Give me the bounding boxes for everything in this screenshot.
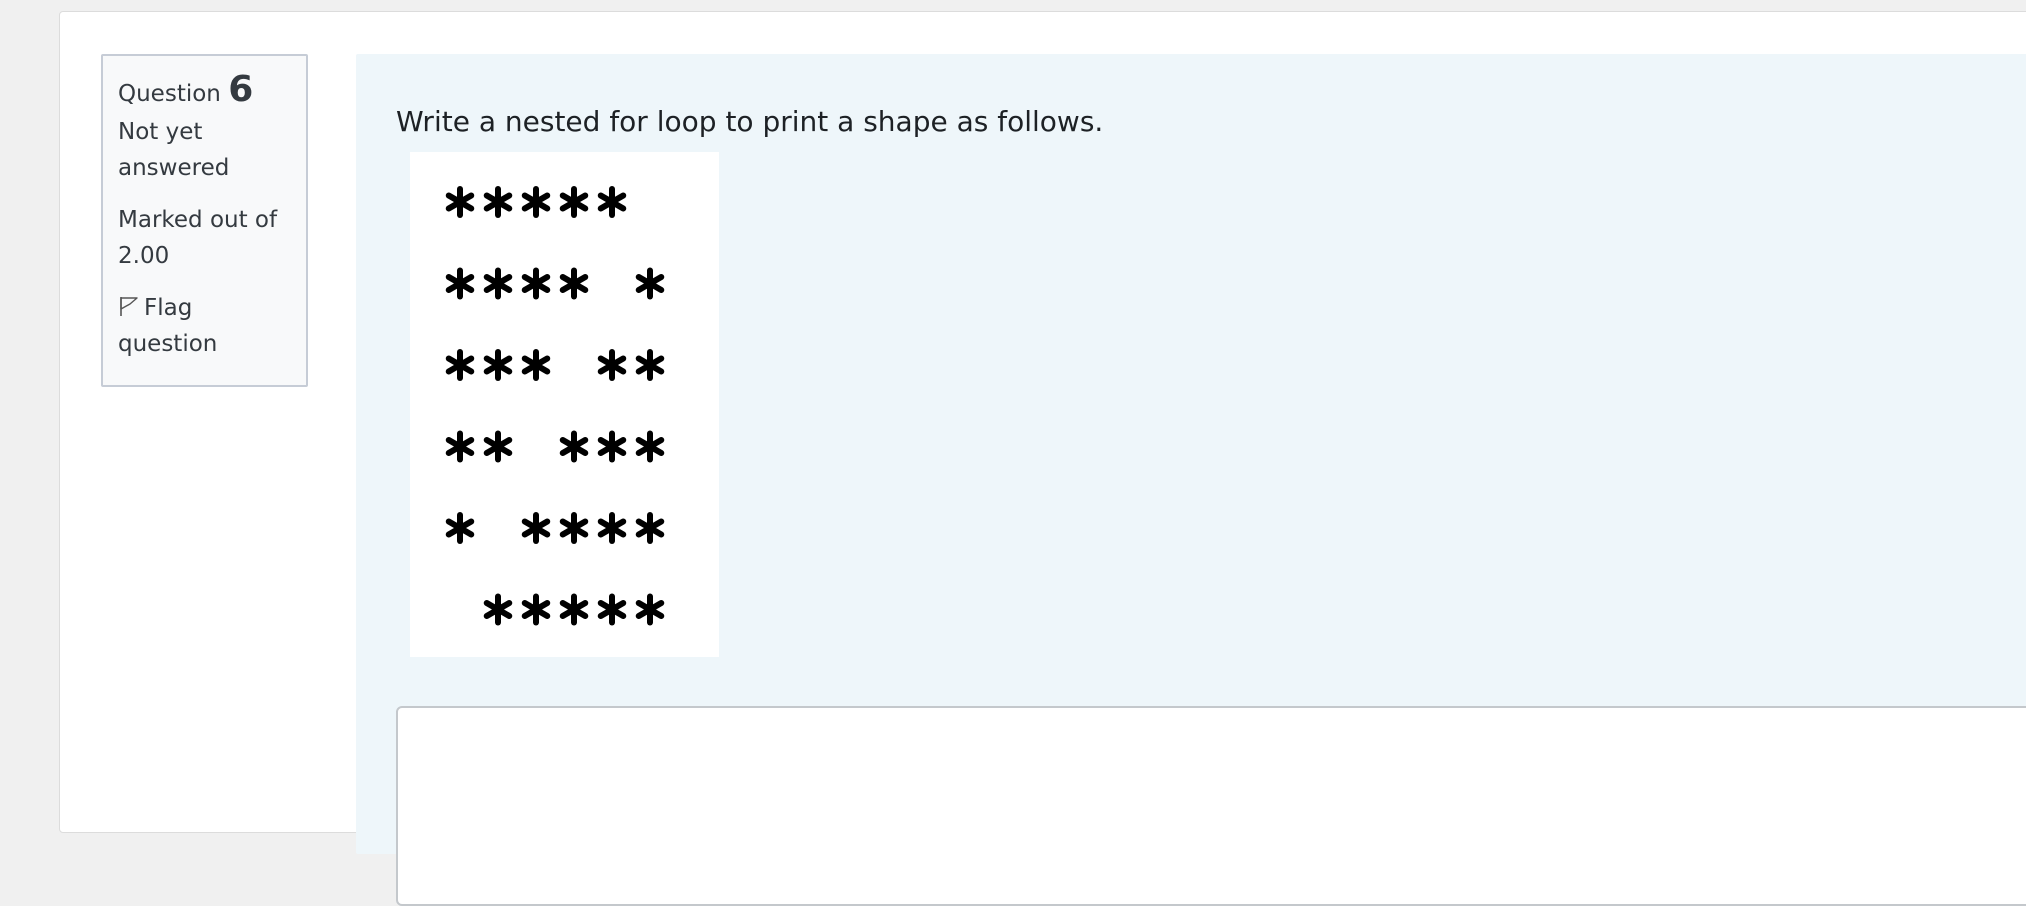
asterisk-mark: [445, 512, 475, 544]
asterisk-mark: [635, 593, 665, 626]
asterisk-mark: [521, 349, 551, 381]
asterisk-mark: [559, 512, 589, 544]
flag-question-button[interactable]: Flag question: [118, 290, 291, 362]
flag-icon: [118, 292, 140, 316]
shape-figure: [410, 152, 719, 657]
question-grade: Marked out of 2.00: [118, 207, 278, 269]
asterisk-mark: [559, 593, 589, 626]
asterisk-mark: [445, 267, 475, 300]
asterisk-mark: [521, 593, 551, 626]
question-label: Question: [118, 81, 221, 107]
asterisk-mark: [597, 593, 627, 626]
asterisk-mark: [635, 349, 665, 381]
asterisk-mark: [635, 512, 665, 544]
asterisk-mark: [483, 267, 513, 300]
question-text: Write a nested for loop to print a shape…: [396, 105, 1104, 138]
asterisk-mark: [559, 267, 589, 300]
asterisk-mark: [483, 430, 513, 463]
asterisk-mark: [597, 430, 627, 463]
asterisk-mark: [445, 430, 475, 463]
asterisk-mark: [597, 186, 627, 218]
asterisk-mark: [521, 267, 551, 300]
shape-figure-svg: [445, 186, 665, 626]
asterisk-mark: [559, 430, 589, 463]
asterisk-mark: [483, 349, 513, 381]
asterisk-mark: [445, 186, 475, 218]
answer-editor[interactable]: [396, 706, 2026, 906]
asterisk-mark: [635, 267, 665, 300]
asterisk-mark: [635, 430, 665, 463]
question-number-heading: Question 6: [118, 70, 291, 110]
question-number: 6: [228, 69, 254, 110]
asterisk-mark: [521, 512, 551, 544]
asterisk-mark: [521, 186, 551, 218]
asterisk-mark: [445, 349, 475, 381]
asterisk-mark: [559, 186, 589, 218]
question-info-panel: Question 6 Not yet answered Marked out o…: [101, 54, 308, 387]
question-state: Not yet answered: [118, 119, 230, 181]
asterisk-mark: [597, 512, 627, 544]
question-content: Write a nested for loop to print a shape…: [356, 54, 2026, 906]
asterisk-mark: [483, 593, 513, 626]
asterisk-mark: [483, 186, 513, 218]
asterisk-mark: [597, 349, 627, 381]
